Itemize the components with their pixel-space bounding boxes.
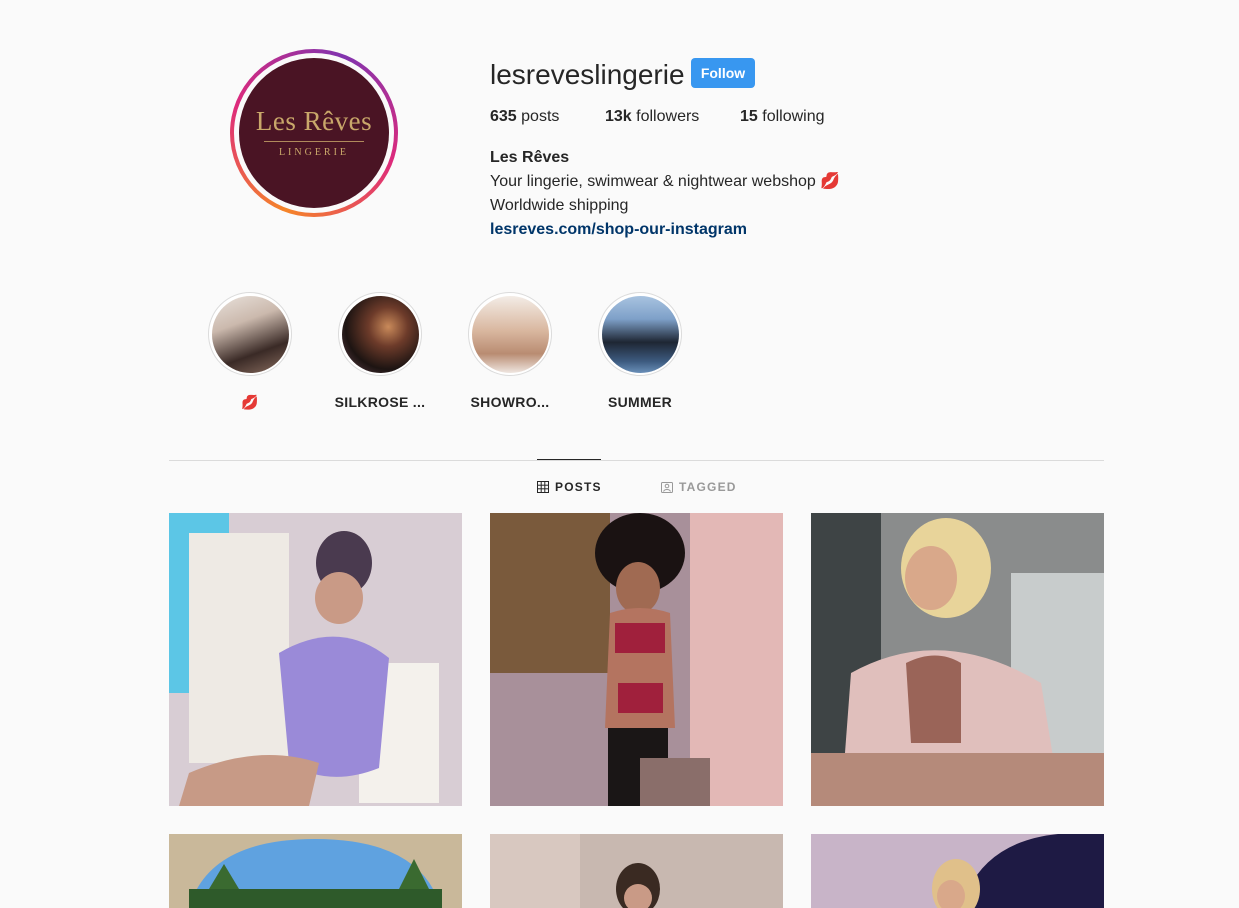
highlight-3-thumbnail — [471, 295, 549, 373]
post-6[interactable] — [811, 834, 1104, 908]
following-link[interactable]: 15 following — [740, 108, 825, 126]
post-6-image — [811, 834, 1104, 908]
post-4-image — [169, 834, 462, 908]
post-1-image — [169, 513, 462, 806]
bio-website-link[interactable]: lesreves.com/shop-our-instagram — [490, 220, 747, 240]
tabs-divider — [169, 460, 1104, 461]
tagged-icon — [661, 481, 673, 493]
following-label: following — [762, 108, 825, 125]
active-tab-indicator — [537, 459, 601, 460]
highlight-1-thumbnail — [211, 295, 289, 373]
post-5-image — [490, 834, 783, 908]
followers-link[interactable]: 13k followers — [605, 108, 699, 126]
avatar-logo-main: Les Rêves — [255, 106, 373, 136]
tab-tagged[interactable]: TAGGED — [661, 480, 737, 494]
profile-display-name: Les Rêves — [490, 149, 570, 166]
posts-stat: 635 posts — [490, 108, 559, 126]
posts-label: posts — [521, 108, 560, 125]
highlight-2[interactable]: SILKROSE ... — [325, 292, 435, 410]
highlight-4-label: SUMMER — [607, 394, 673, 410]
highlight-1-label: 💋 — [241, 394, 259, 410]
highlight-3[interactable]: SHOWRO... — [455, 292, 565, 410]
following-count: 15 — [740, 108, 758, 125]
highlight-4-thumbnail — [601, 295, 679, 373]
highlight-2-label: SILKROSE ... — [334, 394, 426, 410]
post-3-image — [811, 513, 1104, 806]
grid-icon — [537, 481, 549, 493]
tab-posts-label: POSTS — [555, 480, 602, 494]
post-2-image — [490, 513, 783, 806]
avatar-logo-rule — [264, 141, 364, 142]
followers-count: 13k — [605, 108, 632, 125]
followers-label: followers — [636, 108, 700, 125]
highlight-2-thumbnail — [341, 295, 419, 373]
post-1[interactable] — [169, 513, 462, 806]
avatar-logo-sub: LINGERIE — [278, 147, 350, 158]
post-5[interactable] — [490, 834, 783, 908]
profile-username: lesreveslingerie — [490, 59, 685, 90]
profile-avatar[interactable]: Les Rêves LINGERIE — [230, 49, 398, 217]
bio-line-2: Worldwide shipping — [490, 197, 629, 214]
follow-button[interactable]: Follow — [691, 58, 755, 88]
highlight-3-label: SHOWRO... — [470, 394, 550, 410]
tab-tagged-label: TAGGED — [679, 480, 737, 494]
posts-count: 635 — [490, 108, 517, 125]
post-4[interactable] — [169, 834, 462, 908]
highlight-4[interactable]: SUMMER — [585, 292, 695, 410]
post-3[interactable] — [811, 513, 1104, 806]
highlight-1[interactable]: 💋 — [195, 292, 305, 411]
post-2[interactable] — [490, 513, 783, 806]
tab-posts[interactable]: POSTS — [537, 480, 602, 494]
bio-line-1: Your lingerie, swimwear & nightwear webs… — [490, 173, 841, 190]
